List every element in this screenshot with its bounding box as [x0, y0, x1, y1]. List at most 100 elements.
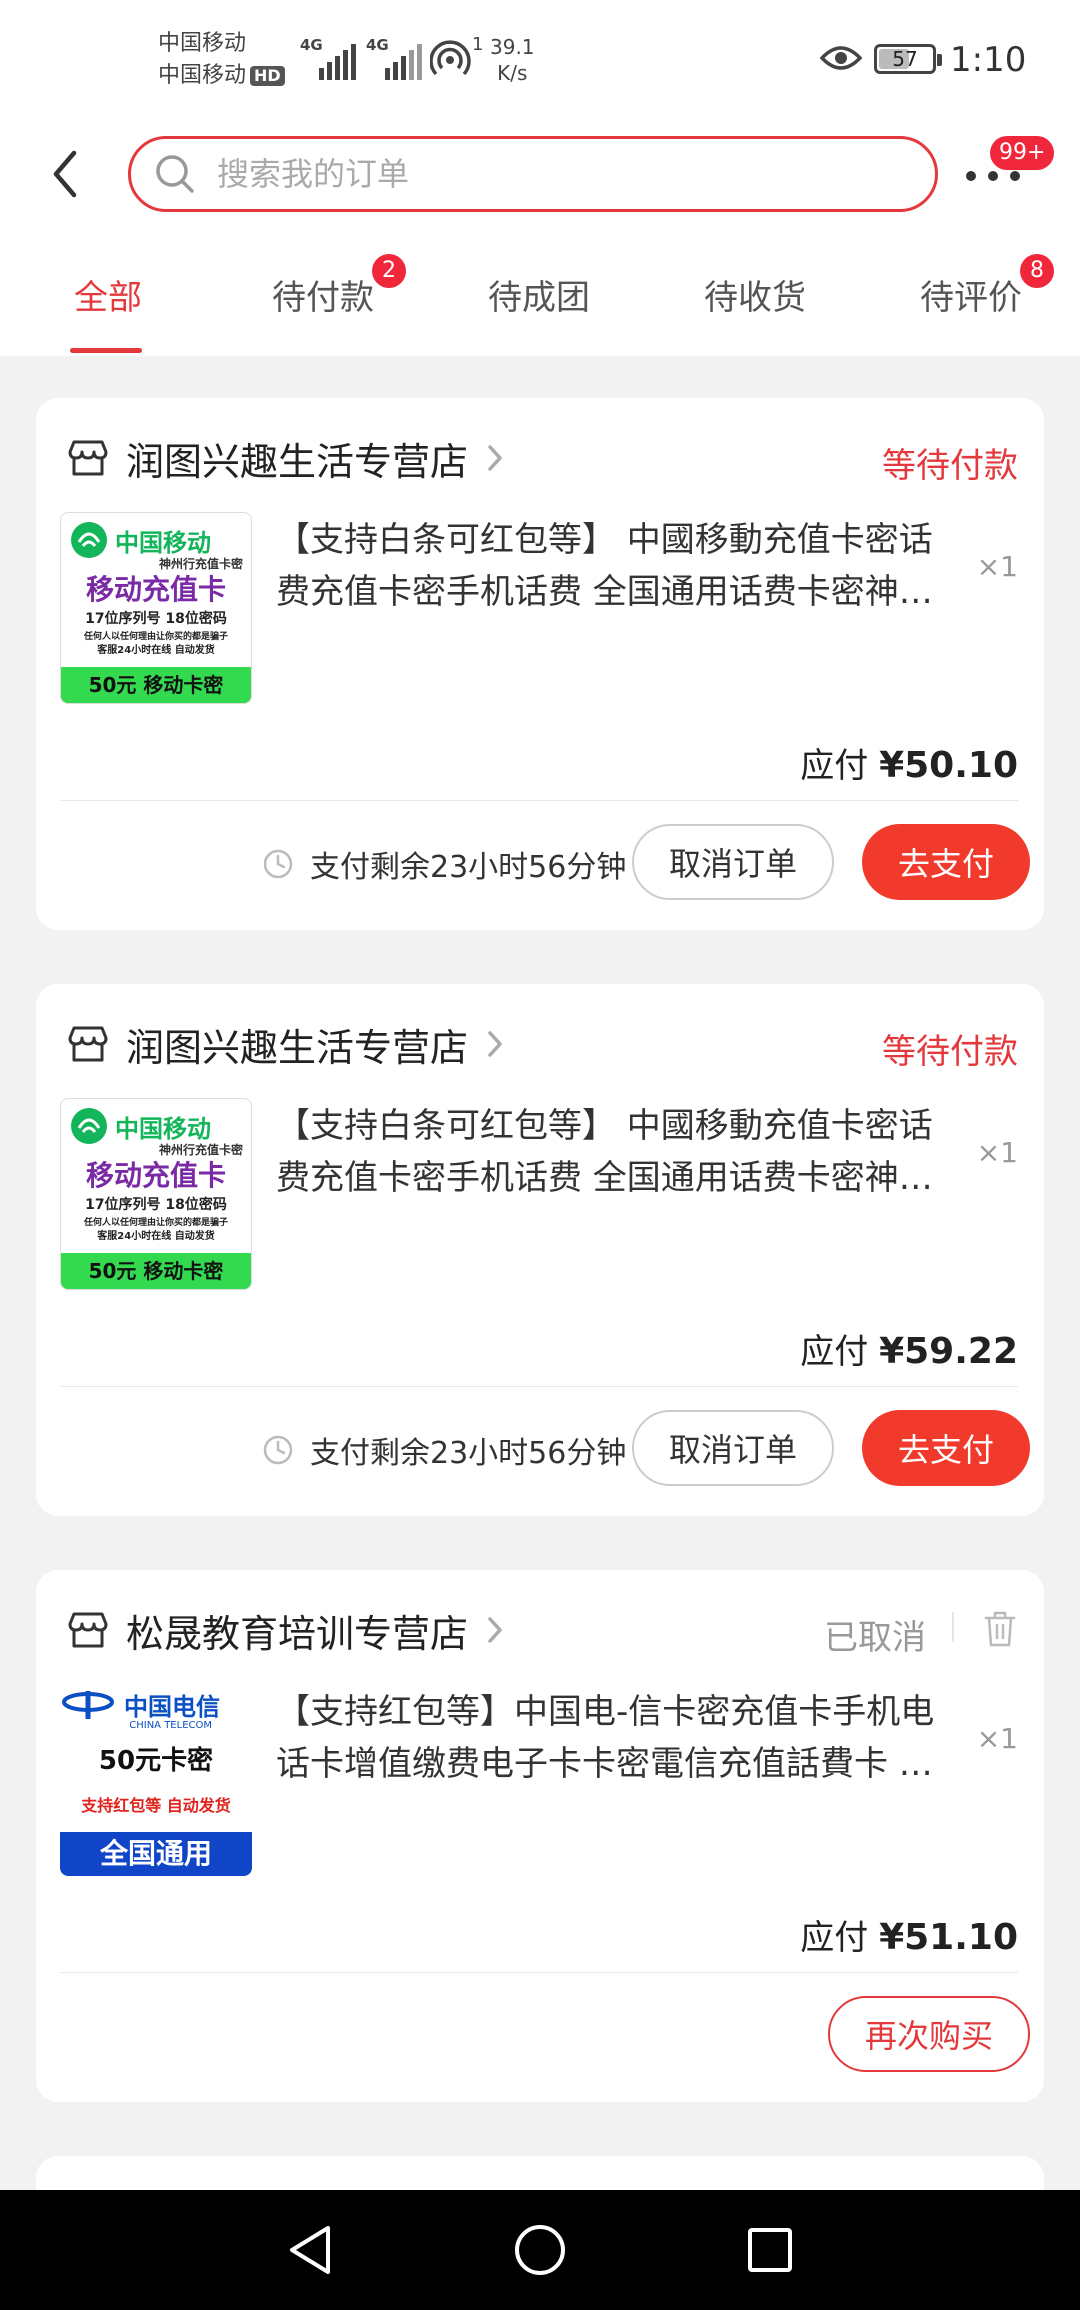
thumb-line1: 17位序列号 18位密码: [85, 611, 227, 627]
store-icon: [68, 1612, 108, 1648]
card-divider: [60, 800, 1018, 801]
tab-all[interactable]: 全部: [74, 270, 142, 319]
product-title-line1: 【支持红包等】中国电-信卡密充值卡手机电: [276, 1692, 935, 1732]
payment-countdown: 支付剩余23小时56分钟: [262, 1428, 626, 1472]
order-card[interactable]: 润图兴趣生活专营店 等待付款 中国移动 神州行充值卡密 移动充值卡 17位序列号…: [36, 984, 1044, 1516]
message-count-badge: 99+: [990, 136, 1055, 170]
payable-price: ¥59.22: [879, 1331, 1018, 1372]
pending-review-badge: 8: [1020, 254, 1054, 288]
order-card[interactable]: 润图兴趣生活专营店 等待付款 中国移动 神州行充值卡密 移动充值卡 17位序列号…: [36, 398, 1044, 930]
product-title[interactable]: 【支持白条可红包等】 中國移動充值卡密话 费充值卡密手机话费 全国通用话费卡密神…: [276, 514, 996, 618]
search-input[interactable]: [217, 155, 867, 193]
tab-pending-review[interactable]: 待评价: [920, 270, 1022, 319]
product-thumbnail[interactable]: 中国移动 神州行充值卡密 移动充值卡 17位序列号 18位密码 任何人以任何理由…: [60, 512, 252, 704]
thumb-line1: 17位序列号 18位密码: [85, 1197, 227, 1213]
store-icon: [68, 440, 108, 476]
signal-1-icon: 4G: [300, 36, 360, 80]
hotspot-icon: [430, 40, 471, 76]
network-type-1: 4G: [300, 36, 323, 54]
pending-payment-badge: 2: [372, 254, 406, 288]
shop-link[interactable]: 润图兴趣生活专营店: [66, 426, 504, 490]
pay-button[interactable]: 去支付: [862, 1410, 1030, 1486]
network-type-2: 4G: [366, 36, 389, 54]
product-title-line2: 费充值卡密手机话费 全国通用话费卡密神…: [276, 1158, 933, 1198]
nav-home-button[interactable]: [510, 2220, 570, 2280]
chevron-right-icon: [488, 1617, 502, 1643]
payable-label: 应付: [800, 1332, 869, 1372]
product-quantity: ×1: [976, 1136, 1018, 1169]
thumb-line2: 任何人以任何理由让你买的都是骗子: [83, 632, 228, 642]
product-title-line2: 话卡增值缴费电子卡卡密電信充值話費卡 …: [276, 1744, 933, 1784]
product-title[interactable]: 【支持红包等】中国电-信卡密充值卡手机电 话卡增值缴费电子卡卡密電信充值話費卡 …: [276, 1686, 996, 1790]
thumb-brand: 中国电信: [124, 1691, 220, 1721]
payable-price: ¥51.10: [879, 1917, 1018, 1958]
order-status: 已取消: [824, 1618, 926, 1658]
clock-icon: [263, 1435, 293, 1465]
buy-again-button[interactable]: 再次购买: [828, 1996, 1030, 2072]
thumb-line2: 任何人以任何理由让你买的都是骗子: [83, 1218, 228, 1228]
card-divider: [60, 1386, 1018, 1387]
carrier-info: 中国移动 中国移动 HD: [158, 28, 285, 92]
order-card[interactable]: 松晟教育培训专营店 已取消 中国电信 CHINA TELECOM 50元卡密 支…: [36, 1570, 1044, 2102]
status-divider: [952, 1612, 954, 1642]
product-thumbnail[interactable]: 中国电信 CHINA TELECOM 50元卡密 支持红包等 自动发货 全国通用: [60, 1684, 252, 1876]
speed-value: 39.1: [490, 35, 535, 59]
shop-name: 松晟教育培训专营店: [126, 1611, 469, 1656]
net-speed: 39.1 K/s: [490, 34, 535, 86]
hotspot-count: 1: [472, 34, 484, 55]
thumb-line3: 客服24小时在线 自动发货: [97, 645, 215, 656]
nav-back-button[interactable]: [280, 2220, 340, 2280]
thumb-brand: 中国移动: [115, 528, 211, 557]
clock: 1:10: [950, 40, 1027, 80]
thumb-line3: 客服24小时在线 自动发货: [97, 1231, 215, 1242]
countdown-text: 支付剩余23小时56分钟: [310, 1436, 627, 1471]
thumb-brand-en: CHINA TELECOM: [129, 1720, 212, 1731]
nav-recents-button[interactable]: [740, 2220, 800, 2280]
shop-link[interactable]: 润图兴趣生活专营店: [66, 1012, 504, 1076]
trash-icon[interactable]: [982, 1610, 1018, 1648]
search-box[interactable]: [128, 136, 938, 212]
countdown-text: 支付剩余23小时56分钟: [310, 850, 627, 885]
order-tabs: 全部 待付款 2 待成团 待收货 待评价 8: [0, 230, 1080, 356]
hd-badge: HD: [250, 66, 285, 86]
payable-label: 应付: [800, 1918, 869, 1958]
product-title[interactable]: 【支持白条可红包等】 中國移動充值卡密话 费充值卡密手机话费 全国通用话费卡密神…: [276, 1100, 996, 1204]
back-button[interactable]: [40, 144, 90, 204]
chevron-left-icon: [53, 150, 77, 198]
pay-button[interactable]: 去支付: [862, 824, 1030, 900]
thumb-footer: 全国通用: [60, 1832, 252, 1876]
tab-pending-payment[interactable]: 待付款: [272, 270, 374, 319]
card-divider: [60, 1972, 1018, 1973]
china-telecom-logo-icon: [62, 1691, 114, 1719]
product-title-line1: 【支持白条可红包等】 中國移動充值卡密话: [276, 520, 933, 560]
thumb-main: 移动充值卡: [85, 573, 226, 606]
cancel-order-button[interactable]: 取消订单: [632, 1410, 834, 1486]
chevron-right-icon: [488, 445, 502, 471]
speed-unit: K/s: [497, 61, 528, 85]
thumb-main: 移动充值卡: [85, 1159, 226, 1192]
active-tab-indicator: [70, 348, 142, 353]
thumb-main: 50元卡密: [98, 1746, 214, 1776]
tab-pending-group[interactable]: 待成团: [488, 270, 590, 319]
chevron-right-icon: [488, 1031, 502, 1057]
shop-link[interactable]: 松晟教育培训专营店: [66, 1598, 504, 1662]
product-thumbnail[interactable]: 中国移动 神州行充值卡密 移动充值卡 17位序列号 18位密码 任何人以任何理由…: [60, 1098, 252, 1290]
thumb-brand: 中国移动: [115, 1114, 211, 1143]
home-circle-icon: [515, 2225, 565, 2275]
payable-amount: 应付 ¥51.10: [800, 1910, 1018, 1959]
shop-name: 润图兴趣生活专营店: [126, 1025, 469, 1070]
tab-pending-receipt[interactable]: 待收货: [704, 270, 806, 319]
back-triangle-icon: [290, 2226, 330, 2274]
order-status: 等待付款: [882, 1032, 1018, 1072]
thumb-footer: 50元 移动卡密: [61, 667, 251, 703]
thumb-line1: 支持红包等 自动发货: [81, 1796, 231, 1815]
payable-price: ¥50.10: [879, 745, 1018, 786]
recents-square-icon: [748, 2228, 792, 2272]
product-title-line2: 费充值卡密手机话费 全国通用话费卡密神…: [276, 572, 933, 612]
clock-icon: [263, 849, 293, 879]
china-mobile-logo-icon: [71, 522, 107, 558]
signal-2-icon: 4G: [366, 36, 426, 80]
store-icon: [68, 1026, 108, 1062]
cancel-order-button[interactable]: 取消订单: [632, 824, 834, 900]
header: 99+: [0, 126, 1080, 230]
